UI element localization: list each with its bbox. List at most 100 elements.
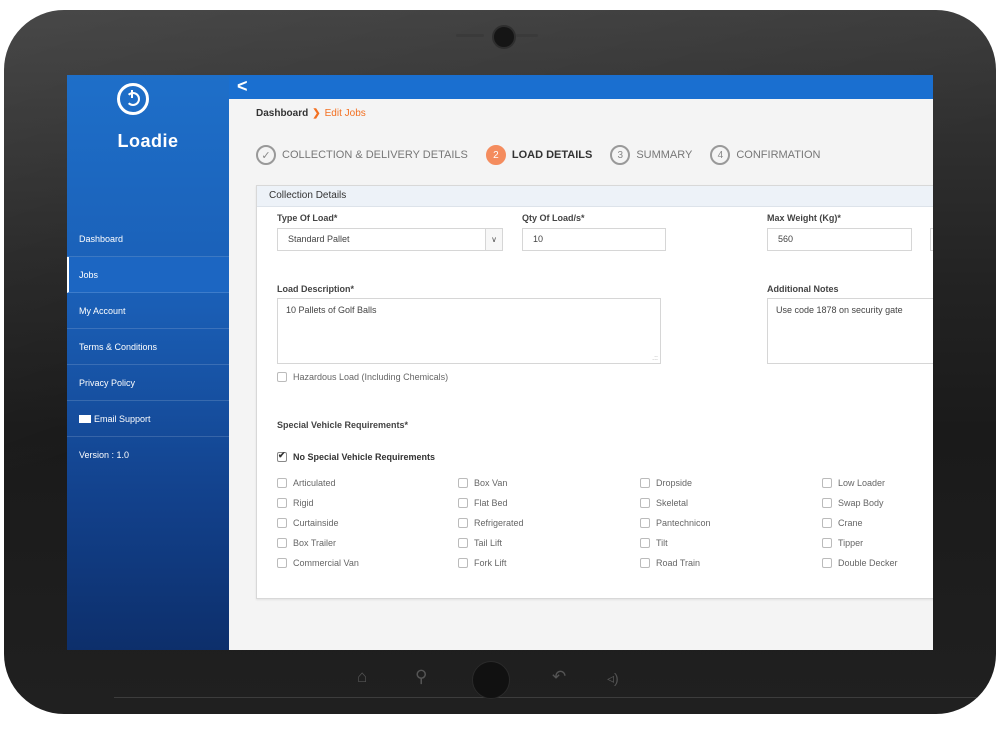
vehicle-checkbox[interactable]: Commercial Van — [277, 558, 359, 568]
vehicle-checkbox[interactable]: Fork Lift — [458, 558, 507, 568]
vehicle-checkbox[interactable]: Box Van — [458, 478, 507, 488]
breadcrumb-edit-jobs[interactable]: Edit Jobs — [325, 108, 366, 119]
hazardous-checkbox[interactable]: Hazardous Load (Including Chemicals) — [277, 372, 448, 382]
back-arrow-icon[interactable]: ↶ — [552, 667, 566, 687]
hazardous-label: Hazardous Load (Including Chemicals) — [293, 372, 449, 382]
vehicle-label: Swap Body — [838, 498, 884, 508]
sidebar-item-terms[interactable]: Terms & Conditions — [67, 329, 229, 365]
checkbox-box[interactable] — [458, 558, 468, 568]
checkbox-box[interactable] — [822, 518, 832, 528]
vehicle-label: Tipper — [838, 538, 864, 548]
vehicle-label: Flat Bed — [474, 498, 508, 508]
sidebar-item-privacy[interactable]: Privacy Policy — [67, 365, 229, 401]
vehicle-checkbox[interactable]: Tail Lift — [458, 538, 502, 548]
vehicle-checkbox[interactable]: Swap Body — [822, 498, 884, 508]
vehicle-label: Refrigerated — [474, 518, 524, 528]
checkbox-box[interactable] — [277, 538, 287, 548]
checkbox-box[interactable] — [277, 558, 287, 568]
checkbox-box[interactable] — [277, 518, 287, 528]
logo-text: Loadie — [117, 131, 179, 151]
vehicle-checkbox[interactable]: Crane — [822, 518, 863, 528]
sidebar-item-label: Email Support — [94, 414, 151, 424]
home-icon[interactable]: ⌂ — [357, 667, 367, 687]
max-weight-input[interactable]: 560 — [767, 228, 912, 251]
checkbox-box[interactable] — [640, 558, 650, 568]
type-of-load-select[interactable]: Standard Pallet ∨ — [277, 228, 503, 251]
vehicle-checkbox[interactable]: Pantechnicon — [640, 518, 711, 528]
vehicle-checkbox[interactable]: Box Trailer — [277, 538, 336, 548]
step-load-details[interactable]: 2 LOAD DETAILS — [485, 145, 592, 165]
frame-edge — [114, 697, 996, 698]
additional-notes-label: Additional Notes — [767, 284, 839, 294]
sidebar-item-my-account[interactable]: My Account — [67, 293, 229, 329]
checkbox-box[interactable] — [640, 478, 650, 488]
step-collection-delivery[interactable]: ✓ COLLECTION & DELIVERY DETAILS — [256, 145, 468, 165]
sidebar-item-dashboard[interactable]: Dashboard — [67, 221, 229, 257]
vehicle-label: Tilt — [656, 538, 668, 548]
no-special-checkbox[interactable]: No Special Vehicle Requirements — [277, 450, 435, 462]
vehicle-checkbox[interactable]: Road Train — [640, 558, 700, 568]
search-icon[interactable]: ⚲ — [415, 667, 427, 687]
collection-details-panel: Collection Details Type Of Load* Standar… — [256, 185, 933, 599]
vehicle-label: Commercial Van — [293, 558, 359, 568]
step-summary[interactable]: 3 SUMMARY — [610, 145, 692, 165]
resize-grip-icon[interactable]: .:: — [652, 355, 658, 362]
step-label: COLLECTION & DELIVERY DETAILS — [282, 149, 468, 161]
checkbox-box[interactable] — [458, 538, 468, 548]
checkbox-box[interactable] — [822, 538, 832, 548]
step-confirmation[interactable]: 4 CONFIRMATION — [710, 145, 820, 165]
brand-mark-right — [516, 34, 538, 37]
next-field-input[interactable] — [930, 228, 933, 251]
home-button[interactable] — [472, 661, 510, 699]
checkbox-checked-icon[interactable] — [277, 450, 287, 462]
sidebar-item-label: Jobs — [79, 270, 99, 280]
checkbox-box[interactable] — [640, 518, 650, 528]
checkbox-box[interactable] — [822, 558, 832, 568]
sidebar-item-email-support[interactable]: Email Support — [67, 401, 229, 437]
vehicle-checkbox[interactable]: Tilt — [640, 538, 668, 548]
vehicle-checkbox[interactable]: Low Loader — [822, 478, 885, 488]
checkbox-box[interactable] — [640, 498, 650, 508]
checkbox-box[interactable] — [822, 498, 832, 508]
vehicle-checkbox[interactable]: Curtainside — [277, 518, 339, 528]
vehicle-checkbox[interactable]: Refrigerated — [458, 518, 524, 528]
vehicle-checkbox[interactable]: Skeletal — [640, 498, 688, 508]
max-weight-label: Max Weight (Kg)* — [767, 213, 841, 223]
checkbox-box[interactable] — [822, 478, 832, 488]
step-label: SUMMARY — [636, 149, 693, 161]
sidebar-item-label: Privacy Policy — [79, 378, 136, 388]
step-indicator: ✓ COLLECTION & DELIVERY DETAILS 2 LOAD D… — [256, 143, 838, 167]
load-description-textarea[interactable]: 10 Pallets of Golf Balls .:: — [277, 298, 661, 364]
checkbox-box[interactable] — [458, 518, 468, 528]
vehicle-label: Low Loader — [838, 478, 886, 488]
checkbox-box[interactable] — [458, 478, 468, 488]
breadcrumb-dashboard[interactable]: Dashboard — [256, 108, 308, 119]
vehicle-checkbox[interactable]: Rigid — [277, 498, 314, 508]
checkbox-box[interactable] — [640, 538, 650, 548]
checkbox-box[interactable] — [277, 498, 287, 508]
sidebar-item-jobs[interactable]: Jobs — [67, 257, 229, 293]
checkbox-box[interactable] — [277, 372, 287, 382]
vehicle-label: Rigid — [293, 498, 314, 508]
vehicle-label: Articulated — [293, 478, 336, 488]
vehicle-checkbox[interactable]: Double Decker — [822, 558, 898, 568]
vehicle-checkbox[interactable]: Articulated — [277, 478, 336, 488]
checkbox-box[interactable] — [458, 498, 468, 508]
checkbox-box[interactable] — [277, 478, 287, 488]
top-bar: < — [229, 75, 933, 99]
additional-notes-textarea[interactable]: Use code 1878 on security gate — [767, 298, 933, 364]
vehicle-checkbox[interactable]: Flat Bed — [458, 498, 508, 508]
mail-icon — [79, 414, 91, 423]
vehicle-label: Pantechnicon — [656, 518, 711, 528]
chevron-left-icon[interactable]: < — [237, 75, 248, 97]
qty-input[interactable]: 10 — [522, 228, 666, 251]
chevron-down-icon[interactable]: ∨ — [485, 229, 502, 250]
volume-icon[interactable]: ◃) — [607, 670, 619, 687]
step-number: 2 — [485, 145, 506, 165]
step-number: 3 — [610, 145, 631, 165]
version-label: Version : 1.0 — [67, 437, 229, 473]
vehicle-checkbox[interactable]: Tipper — [822, 538, 863, 548]
panel-title: Collection Details — [257, 186, 933, 207]
type-of-load-label: Type Of Load* — [277, 213, 338, 223]
vehicle-checkbox[interactable]: Dropside — [640, 478, 692, 488]
